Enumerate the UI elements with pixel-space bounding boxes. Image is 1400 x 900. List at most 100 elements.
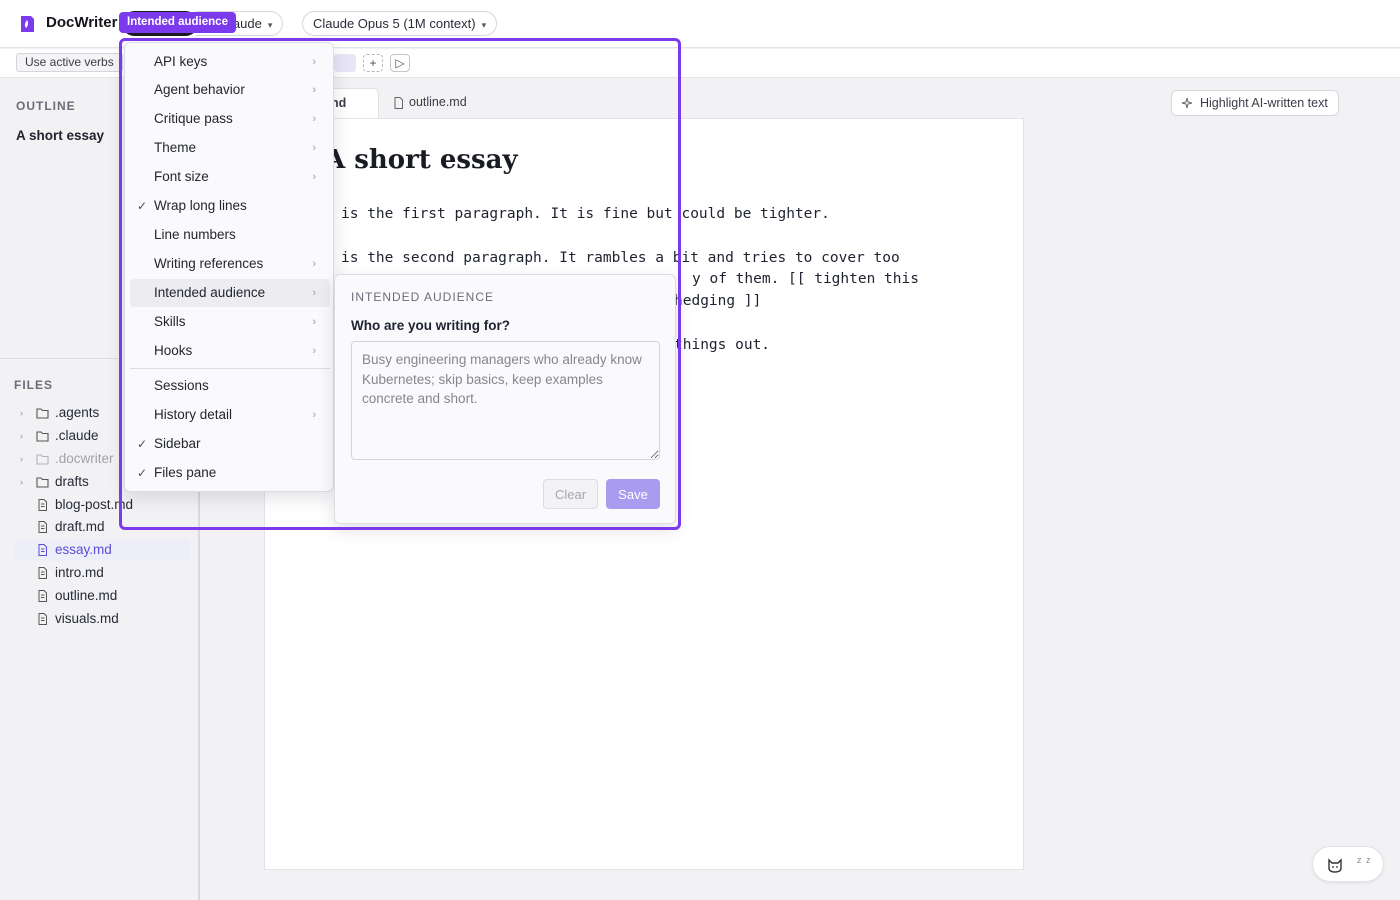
menu-item-files-pane[interactable]: ✓ Files pane: [130, 459, 330, 487]
menu-item-critique-pass[interactable]: Critique pass ›: [130, 105, 330, 133]
menu-divider: [130, 368, 330, 369]
chevron-down-icon: ▾: [481, 20, 487, 30]
folder-name: drafts: [55, 474, 89, 489]
menu-item-intended-audience[interactable]: Intended audience ›: [130, 279, 330, 307]
menu-item-theme[interactable]: Theme ›: [130, 134, 330, 162]
outline-label: OUTLINE: [16, 99, 76, 113]
menu-item-writing-references[interactable]: Writing references ›: [130, 250, 330, 278]
chevron-right-icon: ›: [20, 477, 23, 487]
panel-title: INTENDED AUDIENCE: [351, 290, 495, 304]
folder-icon: [36, 431, 49, 442]
menu-item-api-keys[interactable]: API keys ›: [130, 48, 330, 76]
menu-item-label: API keys: [154, 54, 208, 69]
file-name: outline.md: [55, 588, 118, 603]
file-icon: [394, 97, 403, 109]
check-icon: ✓: [137, 466, 148, 480]
highlight-ai-button[interactable]: Highlight AI-written text: [1171, 90, 1339, 116]
sleep-indicator: z z: [1357, 855, 1372, 865]
menu-item-wrap-long-lines[interactable]: ✓ Wrap long lines: [130, 192, 330, 220]
menu-item-label: Font size: [154, 169, 209, 184]
chevron-right-icon: ›: [312, 113, 316, 125]
agent-status-button[interactable]: z z: [1312, 846, 1384, 882]
file-draft[interactable]: draft.md: [14, 516, 190, 538]
menu-item-label: Wrap long lines: [154, 198, 247, 213]
chevron-right-icon: ›: [20, 431, 23, 441]
folder-icon: [36, 408, 49, 419]
paragraph-2-line-2: y of them. [[ tighten this: [692, 271, 919, 287]
menu-item-label: Sidebar: [154, 436, 201, 451]
sidebar-divider: [0, 358, 118, 359]
style-chip[interactable]: Use active verbs: [16, 53, 123, 72]
file-name: intro.md: [55, 565, 104, 580]
model-selector[interactable]: Claude Opus 5 (1M context) ▾: [302, 11, 498, 36]
chevron-right-icon: ›: [312, 287, 316, 299]
menu-item-skills[interactable]: Skills ›: [130, 308, 330, 336]
tab-outline[interactable]: outline.md: [381, 88, 479, 119]
sparkle-icon: [1181, 97, 1193, 109]
file-icon: [38, 613, 47, 625]
settings-menu: API keys › Agent behavior › Critique pass ›…: [124, 42, 334, 492]
folder-name: .agents: [55, 405, 100, 420]
file-blog-post[interactable]: blog-post.md: [14, 494, 190, 516]
toolbar-input[interactable]: [334, 54, 356, 72]
chevron-right-icon: ›: [20, 454, 23, 464]
chevron-right-icon: ›: [312, 56, 316, 68]
panel-question: Who are you writing for?: [351, 318, 510, 333]
clear-button[interactable]: Clear: [543, 479, 598, 509]
file-intro[interactable]: intro.md: [14, 562, 190, 584]
folder-name: .claude: [55, 428, 99, 443]
chevron-right-icon: ›: [20, 408, 23, 418]
menu-item-agent-behavior[interactable]: Agent behavior ›: [130, 76, 330, 104]
file-icon: [38, 499, 47, 511]
file-outline[interactable]: outline.md: [14, 585, 190, 607]
highlight-ai-label: Highlight AI-written text: [1200, 96, 1328, 110]
folder-name: .docwriter: [55, 451, 114, 466]
add-button[interactable]: +: [363, 54, 383, 72]
chevron-right-icon: ›: [312, 142, 316, 154]
file-visuals[interactable]: visuals.md: [14, 608, 190, 630]
cat-icon: [1328, 858, 1342, 873]
chevron-right-icon: ›: [312, 171, 316, 183]
audience-input[interactable]: [351, 341, 660, 460]
model-selector-label: Claude Opus 5 (1M context): [313, 16, 476, 31]
run-button[interactable]: ▷: [390, 54, 410, 72]
paragraph-3: things out.: [674, 337, 771, 353]
menu-item-label: Line numbers: [154, 227, 236, 242]
file-name: blog-post.md: [55, 497, 134, 512]
paragraph-1: is the first paragraph. It is fine but c…: [341, 206, 830, 222]
outline-item[interactable]: A short essay: [16, 128, 104, 143]
file-name: essay.md: [55, 542, 112, 557]
menu-item-label: History detail: [154, 407, 233, 422]
intended-audience-panel: INTENDED AUDIENCE Who are you writing fo…: [334, 274, 676, 524]
menu-item-label: Hooks: [154, 343, 193, 358]
folder-icon: [36, 477, 49, 488]
chevron-down-icon: ▾: [267, 20, 273, 30]
chevron-right-icon: ›: [312, 345, 316, 357]
chevron-right-icon: ›: [312, 409, 316, 421]
logo-icon: [21, 16, 34, 32]
menu-item-sidebar[interactable]: ✓ Sidebar: [130, 430, 330, 458]
menu-item-font-size[interactable]: Font size ›: [130, 163, 330, 191]
file-name: draft.md: [55, 519, 105, 534]
menu-item-line-numbers[interactable]: Line numbers: [130, 221, 330, 249]
menu-item-label: Writing references: [154, 256, 264, 271]
files-label: FILES: [14, 378, 54, 392]
file-icon: [38, 521, 47, 533]
tooltip: Intended audience: [119, 12, 236, 33]
file-icon: [38, 590, 47, 602]
check-icon: ✓: [137, 199, 148, 213]
chevron-right-icon: ›: [312, 316, 316, 328]
file-icon: [38, 567, 47, 579]
chevron-right-icon: ›: [312, 84, 316, 96]
check-icon: ✓: [137, 437, 148, 451]
app-title: DocWriter: [46, 14, 118, 31]
paragraph-2-line-1: is the second paragraph. It rambles a bi…: [341, 250, 900, 266]
paragraph-2-line-3: hedging ]]: [674, 293, 762, 309]
menu-item-label: Theme: [154, 140, 197, 155]
menu-item-history-detail[interactable]: History detail ›: [130, 401, 330, 429]
save-button[interactable]: Save: [606, 479, 660, 509]
menu-item-sessions[interactable]: Sessions: [130, 372, 330, 400]
menu-item-hooks[interactable]: Hooks ›: [130, 337, 330, 365]
file-icon: [38, 544, 47, 556]
file-essay[interactable]: essay.md: [14, 539, 190, 561]
